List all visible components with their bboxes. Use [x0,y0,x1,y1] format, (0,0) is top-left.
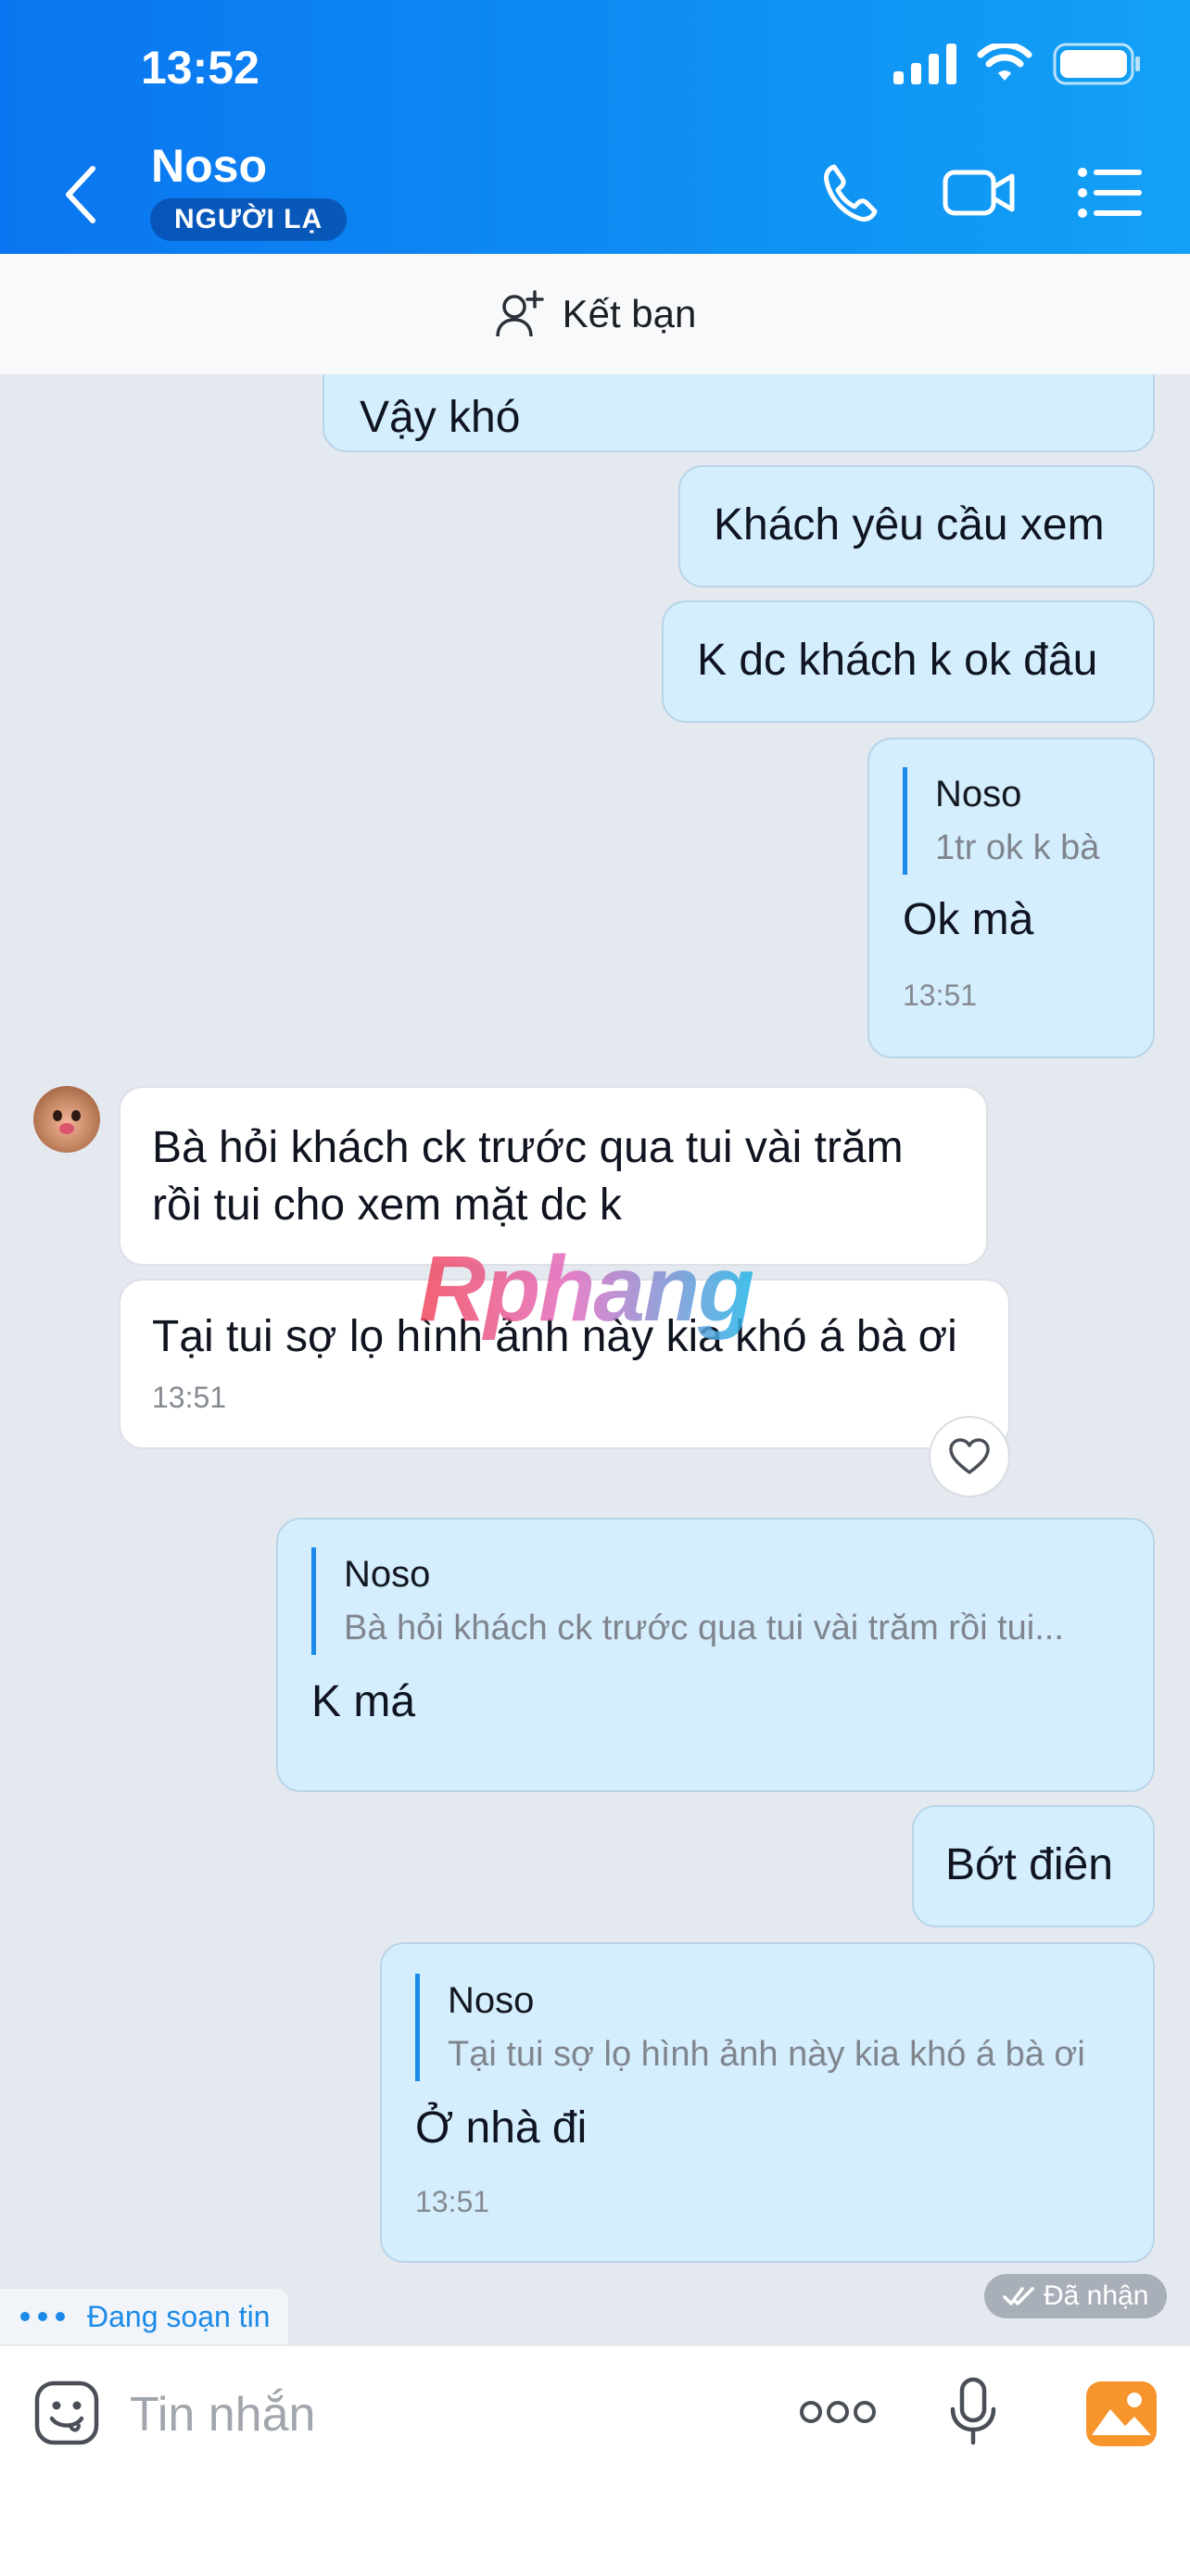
delivery-status-badge: Đã nhận [984,2274,1168,2318]
message-text: K má [311,1677,416,1726]
video-call-icon[interactable] [942,158,1016,228]
quoted-text: Bà hỏi khách ck trước qua tui vài trăm r… [344,1609,1064,1648]
react-button[interactable] [929,1416,1010,1497]
double-check-icon [1003,2287,1034,2305]
message-bubble[interactable]: K dc khách k ok đâu [662,600,1155,723]
watermark: Rphang [419,1237,754,1341]
phone-icon[interactable] [816,158,886,228]
message-bubble[interactable]: Bớt điên [912,1805,1155,1927]
more-options-icon[interactable] [799,2398,877,2426]
microphone-icon[interactable] [947,2376,999,2450]
quoted-text: 1tr ok k bà [935,828,1100,867]
message-text: Ok mà [903,895,1034,944]
message-text: Vậy khó [360,393,521,442]
avatar-image [53,1110,81,1134]
contact-name[interactable]: Noso [151,139,267,193]
quoted-text: Tại tui sợ lọ hình ảnh này kia khó á bà … [448,2035,1085,2074]
chat-header: 13:52 Noso NGƯỜI LẠ [0,0,1190,254]
reply-message-bubble[interactable]: Noso Bà hỏi khách ck trước qua tui vài t… [276,1518,1155,1792]
quoted-sender: Noso [935,774,1022,814]
signal-icon [893,44,956,84]
message-list[interactable]: Vậy khó Khách yêu cầu xem K dc khách k o… [0,374,1190,2342]
quoted-message[interactable]: Noso Bà hỏi khách ck trước qua tui vài t… [311,1547,1121,1655]
delivery-status-text: Đã nhận [1044,2280,1149,2311]
typing-dots-icon [20,2312,65,2321]
message-time: 13:51 [903,979,978,1012]
reply-message-bubble[interactable]: Noso Tại tui sợ lọ hình ảnh này kia khó … [380,1942,1155,2263]
add-friend-button[interactable]: Kết bạn [0,254,1190,376]
back-icon[interactable] [54,158,109,232]
message-text: Khách yêu cầu xem [714,500,1105,549]
wifi-icon [977,44,1032,81]
heart-icon [949,1438,990,1474]
quoted-message[interactable]: Noso Tại tui sợ lọ hình ảnh này kia khó … [415,1974,1121,2081]
sticker-icon[interactable] [33,2380,100,2446]
message-text: Bà hỏi khách ck trước qua tui vài trăm r… [152,1123,904,1230]
status-icons [893,43,1142,85]
message-time: 13:51 [415,2185,490,2218]
typing-text: Đang soạn tin [87,2299,271,2333]
message-input[interactable]: Tin nhắn [130,2387,315,2443]
stranger-badge: NGƯỜI LẠ [150,198,348,241]
message-text: Ở nhà đi [415,2103,588,2153]
quoted-sender: Noso [448,1980,535,2021]
message-text: K dc khách k ok đâu [697,636,1098,685]
add-friend-label: Kết bạn [562,292,697,335]
quoted-message[interactable]: Noso 1tr ok k bà [903,767,1121,875]
message-time: 13:51 [152,1381,227,1414]
status-time: 13:52 [141,42,260,94]
contact-avatar[interactable] [33,1086,100,1153]
add-friend-icon [495,290,544,337]
message-bubble[interactable]: Khách yêu cầu xem [678,465,1155,587]
quoted-sender: Noso [344,1554,431,1595]
typing-indicator: Đang soạn tin [0,2289,289,2344]
message-text: Bớt điên [945,1840,1113,1889]
reply-message-bubble[interactable]: Noso 1tr ok k bà Ok mà 13:51 [867,738,1155,1058]
image-gallery-icon[interactable] [1086,2381,1157,2446]
menu-icon[interactable] [1075,158,1146,228]
message-composer: Tin nhắn [0,2344,1190,2576]
message-bubble[interactable]: Vậy khó [323,374,1155,452]
battery-icon [1053,43,1140,85]
